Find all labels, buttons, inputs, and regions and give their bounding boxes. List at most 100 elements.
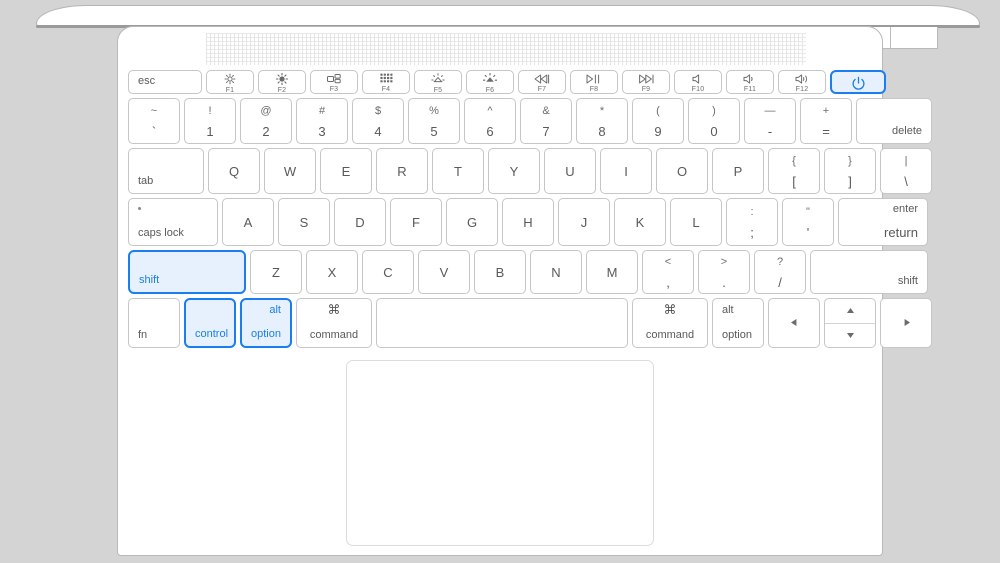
key-eight[interactable]: * 8 bbox=[576, 98, 628, 144]
laptop-diagram: esc F1 F2 F3 F4 F5 F6 F7 F8 F9 F10 F11 F12 ~ `! 1 @2 #3 $… bbox=[0, 0, 1000, 563]
key-five[interactable]: % 5 bbox=[408, 98, 460, 144]
key-space[interactable] bbox=[376, 298, 628, 348]
key-backtick[interactable]: ~ ` bbox=[128, 98, 180, 144]
key-m[interactable]: M bbox=[586, 250, 638, 294]
key-arrow-right[interactable] bbox=[880, 298, 932, 348]
key-nine[interactable]: (9 bbox=[632, 98, 684, 144]
key-slash[interactable]: ? / bbox=[754, 250, 806, 294]
key-command-left[interactable]: ⌘ command bbox=[296, 298, 372, 348]
key-f6[interactable]: F6 bbox=[466, 70, 514, 94]
key-shift-right[interactable]: shift bbox=[810, 250, 928, 294]
key-arrow-up-down[interactable] bbox=[824, 298, 876, 348]
key-label: I bbox=[624, 163, 628, 179]
key-label: W bbox=[283, 163, 297, 179]
key-power[interactable] bbox=[830, 70, 886, 94]
key-x[interactable]: X bbox=[306, 250, 358, 294]
key-g[interactable]: G bbox=[446, 198, 498, 246]
key-t[interactable]: T bbox=[432, 148, 484, 194]
key-legend-bottom: 8 bbox=[598, 123, 606, 139]
key-k[interactable]: K bbox=[614, 198, 666, 246]
key-caps-lock[interactable]: caps lock bbox=[128, 198, 218, 246]
key-f8[interactable]: F8 bbox=[570, 70, 618, 94]
key-three[interactable]: #3 bbox=[296, 98, 348, 144]
key-label: T bbox=[454, 163, 462, 179]
key-j[interactable]: J bbox=[558, 198, 610, 246]
key-f3[interactable]: F3 bbox=[310, 70, 358, 94]
key-return[interactable]: enter return bbox=[838, 198, 928, 246]
key-semicolon[interactable]: :; bbox=[726, 198, 778, 246]
key-z[interactable]: Z bbox=[250, 250, 302, 294]
key-arrow-left[interactable] bbox=[768, 298, 820, 348]
key-period[interactable]: >. bbox=[698, 250, 750, 294]
key-minus[interactable]: — - bbox=[744, 98, 796, 144]
key-bracket-left[interactable]: {[ bbox=[768, 148, 820, 194]
key-quote[interactable]: " ' bbox=[782, 198, 834, 246]
key-legend-top: : bbox=[750, 205, 754, 218]
key-y[interactable]: Y bbox=[488, 148, 540, 194]
key-a[interactable]: A bbox=[222, 198, 274, 246]
key-label-top: alt bbox=[722, 304, 734, 316]
key-equal[interactable]: + = bbox=[800, 98, 852, 144]
arrow-down-icon[interactable] bbox=[825, 324, 875, 348]
key-two[interactable]: @2 bbox=[240, 98, 292, 144]
key-q[interactable]: Q bbox=[208, 148, 260, 194]
key-s[interactable]: S bbox=[278, 198, 330, 246]
key-esc[interactable]: esc bbox=[128, 70, 202, 94]
key-comma[interactable]: <, bbox=[642, 250, 694, 294]
key-f5[interactable]: F5 bbox=[414, 70, 462, 94]
key-zero[interactable]: ) 0 bbox=[688, 98, 740, 144]
fkey-number: F11 bbox=[743, 85, 757, 93]
key-delete[interactable]: delete bbox=[856, 98, 932, 144]
fkey-number: F2 bbox=[277, 86, 287, 94]
key-r[interactable]: R bbox=[376, 148, 428, 194]
key-option-right[interactable]: alt option bbox=[712, 298, 764, 348]
key-label: shift bbox=[897, 275, 918, 287]
key-f11[interactable]: F11 bbox=[726, 70, 774, 94]
key-e[interactable]: E bbox=[320, 148, 372, 194]
key-label: X bbox=[327, 264, 337, 280]
key-seven[interactable]: & 7 bbox=[520, 98, 572, 144]
key-f9[interactable]: F9 bbox=[622, 70, 670, 94]
key-f12[interactable]: F12 bbox=[778, 70, 826, 94]
key-f2[interactable]: F2 bbox=[258, 70, 306, 94]
key-f10[interactable]: F10 bbox=[674, 70, 722, 94]
trackpad[interactable] bbox=[346, 360, 654, 546]
key-c[interactable]: C bbox=[362, 250, 414, 294]
key-label: J bbox=[580, 214, 588, 230]
key-backslash[interactable]: | \ bbox=[880, 148, 932, 194]
arrow-up-icon[interactable] bbox=[825, 299, 875, 323]
key-shift-left[interactable]: shift bbox=[128, 250, 246, 294]
key-f4[interactable]: F4 bbox=[362, 70, 410, 94]
key-b[interactable]: B bbox=[474, 250, 526, 294]
key-label: O bbox=[676, 163, 688, 179]
key-label: Y bbox=[509, 163, 519, 179]
key-i[interactable]: I bbox=[600, 148, 652, 194]
key-w[interactable]: W bbox=[264, 148, 316, 194]
key-option-left[interactable]: alt option bbox=[240, 298, 292, 348]
key-d[interactable]: D bbox=[334, 198, 386, 246]
fkey-number: F7 bbox=[537, 85, 547, 93]
key-label: Z bbox=[272, 264, 280, 280]
key-f[interactable]: F bbox=[390, 198, 442, 246]
key-control[interactable]: control bbox=[184, 298, 236, 348]
key-f1[interactable]: F1 bbox=[206, 70, 254, 94]
key-six[interactable]: ^ 6 bbox=[464, 98, 516, 144]
key-p[interactable]: P bbox=[712, 148, 764, 194]
key-v[interactable]: V bbox=[418, 250, 470, 294]
key-label: esc bbox=[138, 75, 156, 87]
key-command-right[interactable]: ⌘ command bbox=[632, 298, 708, 348]
fkey-number: F3 bbox=[329, 86, 339, 93]
key-four[interactable]: $4 bbox=[352, 98, 404, 144]
key-u[interactable]: U bbox=[544, 148, 596, 194]
key-l[interactable]: L bbox=[670, 198, 722, 246]
fkey-number: F5 bbox=[433, 86, 443, 94]
key-one[interactable]: ! 1 bbox=[184, 98, 236, 144]
key-f7[interactable]: F7 bbox=[518, 70, 566, 94]
key-fn[interactable]: fn bbox=[128, 298, 180, 348]
key-h[interactable]: H bbox=[502, 198, 554, 246]
key-o[interactable]: O bbox=[656, 148, 708, 194]
qwerty-row: tab Q W E R T Y U I O P{[}] | \ bbox=[126, 148, 932, 198]
key-tab[interactable]: tab bbox=[128, 148, 204, 194]
key-bracket-right[interactable]: }] bbox=[824, 148, 876, 194]
key-n[interactable]: N bbox=[530, 250, 582, 294]
